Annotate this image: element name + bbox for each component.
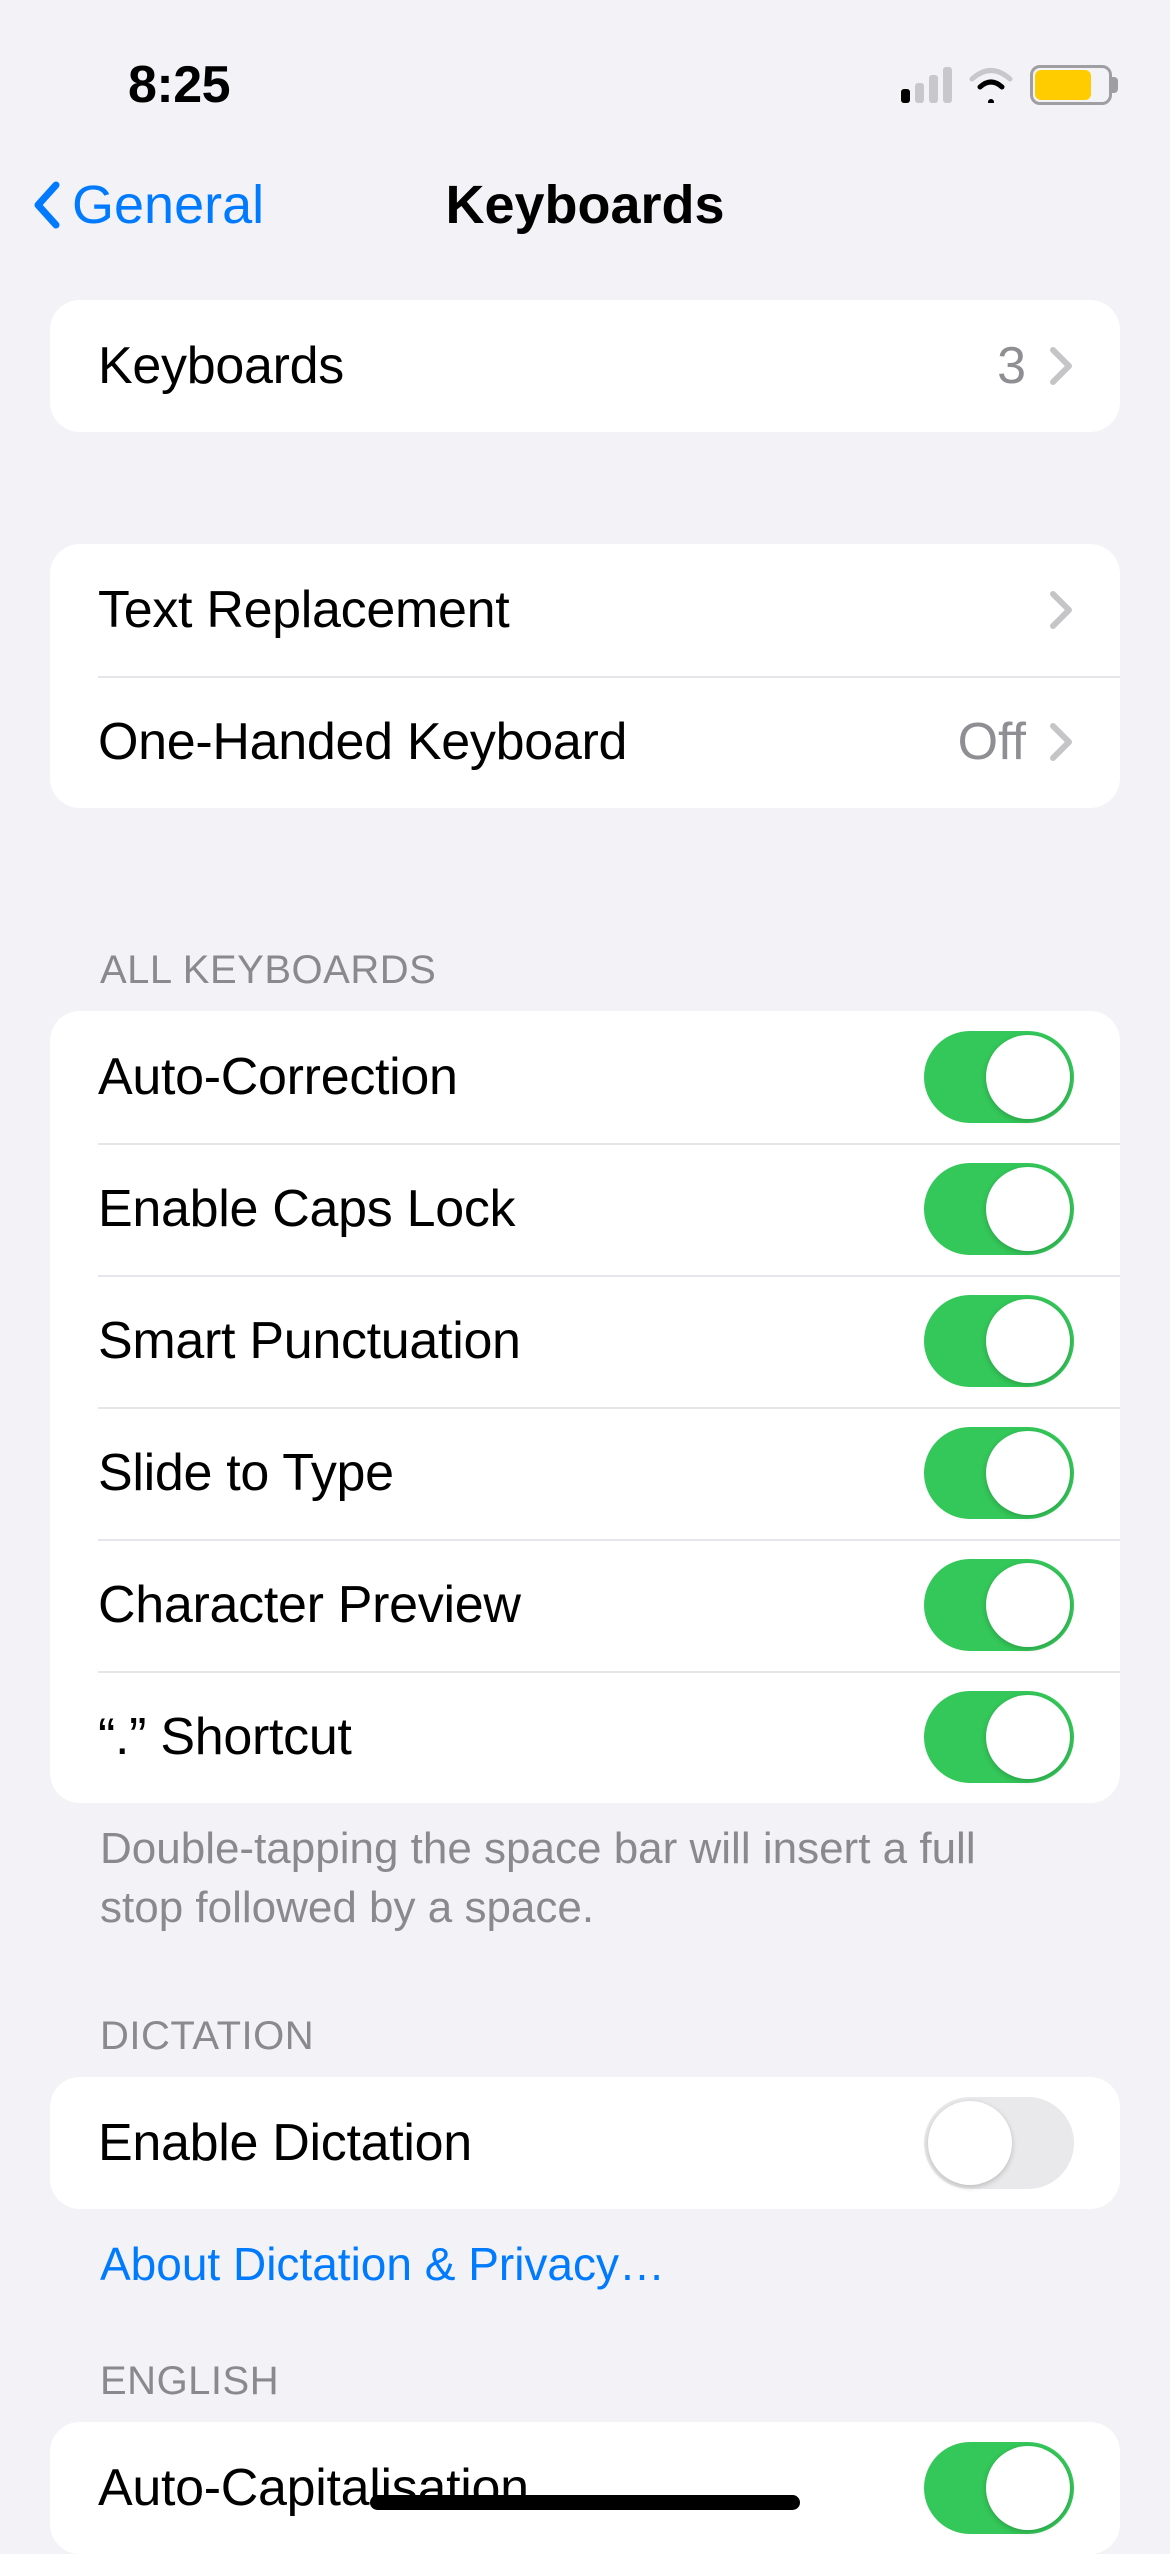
group-keyboards: Keyboards 3 [50, 300, 1120, 432]
nav-bar: General Keyboards [0, 140, 1170, 270]
row-label: One-Handed Keyboard [98, 712, 958, 772]
row-label: “.” Shortcut [98, 1707, 924, 1767]
switch-enable-caps-lock[interactable] [924, 1163, 1074, 1255]
switch-smart-punctuation[interactable] [924, 1295, 1074, 1387]
section-footer-all-keyboards: Double-tapping the space bar will insert… [50, 1803, 1120, 1938]
row-value: Off [958, 712, 1026, 772]
switch-enable-dictation[interactable] [924, 2097, 1074, 2189]
row-one-handed-keyboard[interactable]: One-Handed Keyboard Off [50, 676, 1120, 808]
row-label: Smart Punctuation [98, 1311, 924, 1371]
row-dot-shortcut: “.” Shortcut [50, 1671, 1120, 1803]
page-title: Keyboards [445, 174, 724, 236]
chevron-right-icon [1048, 346, 1074, 386]
switch-auto-correction[interactable] [924, 1031, 1074, 1123]
section-header-english: ENGLISH [50, 2359, 1120, 2422]
chevron-right-icon [1048, 590, 1074, 630]
battery-icon [1030, 65, 1112, 105]
row-label: Character Preview [98, 1575, 924, 1635]
row-enable-dictation: Enable Dictation [50, 2077, 1120, 2209]
row-label: Slide to Type [98, 1443, 924, 1503]
switch-auto-capitalisation[interactable] [924, 2442, 1074, 2534]
status-time: 8:25 [58, 55, 230, 115]
switch-character-preview[interactable] [924, 1559, 1074, 1651]
row-keyboards[interactable]: Keyboards 3 [50, 300, 1120, 432]
row-auto-correction: Auto-Correction [50, 1011, 1120, 1143]
cellular-signal-icon [901, 67, 952, 103]
status-bar: 8:25 [0, 0, 1170, 140]
row-label: Text Replacement [98, 580, 1048, 640]
switch-slide-to-type[interactable] [924, 1427, 1074, 1519]
row-text-replacement[interactable]: Text Replacement [50, 544, 1120, 676]
section-header-all-keyboards: ALL KEYBOARDS [50, 948, 1120, 1011]
row-enable-caps-lock: Enable Caps Lock [50, 1143, 1120, 1275]
row-label: Auto-Correction [98, 1047, 924, 1107]
back-button[interactable]: General [30, 174, 264, 236]
row-label: Enable Caps Lock [98, 1179, 924, 1239]
group-dictation: Enable Dictation [50, 2077, 1120, 2209]
row-label: Keyboards [98, 336, 997, 396]
chevron-right-icon [1048, 722, 1074, 762]
section-header-dictation: DICTATION [50, 2014, 1120, 2077]
home-indicator [370, 2495, 800, 2510]
switch-dot-shortcut[interactable] [924, 1691, 1074, 1783]
group-english: Auto-Capitalisation [50, 2422, 1120, 2554]
row-value: 3 [997, 336, 1026, 396]
back-label: General [72, 174, 264, 236]
chevron-left-icon [30, 181, 64, 229]
group-text-options: Text Replacement One-Handed Keyboard Off [50, 544, 1120, 808]
status-icons [901, 65, 1112, 105]
row-auto-capitalisation: Auto-Capitalisation [50, 2422, 1120, 2554]
row-smart-punctuation: Smart Punctuation [50, 1275, 1120, 1407]
row-label: Enable Dictation [98, 2113, 924, 2173]
row-character-preview: Character Preview [50, 1539, 1120, 1671]
wifi-icon [968, 67, 1014, 103]
group-all-keyboards: Auto-Correction Enable Caps Lock Smart P… [50, 1011, 1120, 1803]
row-slide-to-type: Slide to Type [50, 1407, 1120, 1539]
link-about-dictation-privacy[interactable]: About Dictation & Privacy… [50, 2209, 1120, 2291]
